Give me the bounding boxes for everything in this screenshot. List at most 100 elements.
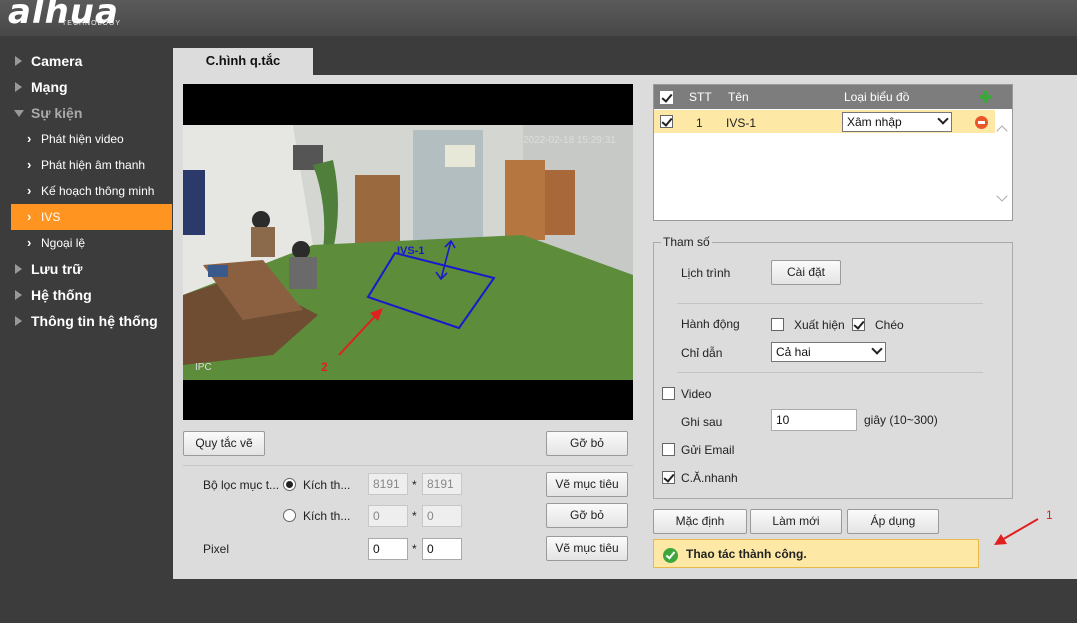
refresh-button[interactable]: Làm mới xyxy=(750,509,842,534)
rules-table: STT Tên Loại biểu đồ 1 IVS-1 Xâm nhập xyxy=(653,84,1013,221)
cross-checkbox[interactable] xyxy=(852,318,865,331)
direction-value: Cả hai xyxy=(776,345,811,359)
sidebar-subitem-smart-plan[interactable]: › Kế hoạch thông minh xyxy=(0,178,172,204)
pixel-height-input[interactable]: 0 xyxy=(422,538,462,560)
chevron-right-icon: › xyxy=(27,157,32,172)
sidebar-item-system-info[interactable]: Thông tin hệ thống xyxy=(0,308,172,334)
chevron-right-icon: › xyxy=(27,209,32,224)
sidebar-item-label: Lưu trữ xyxy=(31,261,83,277)
column-header-no: STT xyxy=(689,90,712,104)
row-no: 1 xyxy=(696,116,703,130)
remove-target-button[interactable]: Gỡ bỏ xyxy=(546,503,628,528)
scroll-up-icon[interactable] xyxy=(996,125,1008,137)
default-button[interactable]: Mặc định xyxy=(653,509,747,534)
sidebar-item-camera[interactable]: Camera xyxy=(0,48,172,74)
delete-rule-icon[interactable] xyxy=(975,116,988,129)
sidebar-item-label: Hệ thống xyxy=(31,287,92,303)
sidebar-item-storage[interactable]: Lưu trữ xyxy=(0,256,172,282)
row-checkbox[interactable] xyxy=(660,115,673,128)
size-label-1: Kích th... xyxy=(303,478,351,492)
sidebar-subitem-exception[interactable]: › Ngoại lệ xyxy=(0,230,172,256)
annotation-marker-1: 1 xyxy=(1046,508,1053,522)
draw-rule-button[interactable]: Quy tắc vẽ xyxy=(183,431,265,456)
rule-type-value: Xâm nhập xyxy=(847,115,902,129)
bottom-bar xyxy=(0,579,1077,623)
chevron-down-icon xyxy=(871,343,883,355)
direction-select[interactable]: Cả hai xyxy=(771,342,886,362)
email-checkbox[interactable] xyxy=(662,443,675,456)
annotation-arrow-icon xyxy=(999,518,1039,542)
snapshot-checkbox[interactable] xyxy=(662,471,675,484)
top-header: alhua TECHNOLOGY xyxy=(0,0,1077,36)
camera-label: IPC xyxy=(195,362,212,373)
size-label-2: Kích th... xyxy=(303,509,351,523)
add-rule-icon[interactable] xyxy=(978,90,992,104)
sidebar-item-network[interactable]: Mạng xyxy=(0,74,172,100)
select-all-checkbox[interactable] xyxy=(660,91,673,104)
sidebar-subitem-label: Kế hoạch thông minh xyxy=(41,184,155,198)
expand-arrow-icon xyxy=(15,316,22,326)
camera-scene-image: 2022-02-18 15:29:31 IPC IVS-1 2 xyxy=(183,125,633,380)
brand-logo: alhua xyxy=(8,0,119,32)
expand-arrow-icon xyxy=(15,264,22,274)
min-width-input[interactable]: 0 xyxy=(368,505,408,527)
expand-arrow-icon xyxy=(15,290,22,300)
min-height-input[interactable]: 0 xyxy=(422,505,462,527)
sidebar-nav: Camera Mạng Sự kiện › Phát hiện video › Ph… xyxy=(0,48,172,334)
chevron-down-icon xyxy=(937,113,949,125)
size-radio-2[interactable] xyxy=(283,509,296,522)
video-timestamp: 2022-02-18 15:29:31 xyxy=(523,135,616,146)
divider xyxy=(183,465,633,466)
params-legend: Tham số xyxy=(661,235,712,249)
chevron-right-icon: › xyxy=(27,183,32,198)
sidebar-subitem-video-detect[interactable]: › Phát hiện video xyxy=(0,126,172,152)
rule-type-select[interactable]: Xâm nhập xyxy=(842,112,952,132)
sidebar-item-system[interactable]: Hệ thống xyxy=(0,282,172,308)
video-checkbox[interactable] xyxy=(662,387,675,400)
expand-arrow-icon xyxy=(15,82,22,92)
chevron-right-icon: › xyxy=(27,235,32,250)
remove-rule-button[interactable]: Gỡ bỏ xyxy=(546,431,628,456)
expand-arrow-icon xyxy=(15,56,22,66)
appear-checkbox[interactable] xyxy=(771,318,784,331)
size-radio-1[interactable] xyxy=(283,478,296,491)
sidebar-item-event[interactable]: Sự kiện xyxy=(0,100,172,126)
schedule-setup-button[interactable]: Cài đặt xyxy=(771,260,841,285)
max-width-input[interactable]: 8191 xyxy=(368,473,408,495)
scroll-down-icon[interactable] xyxy=(996,190,1008,202)
record-after-unit: giây (10~300) xyxy=(864,413,938,427)
table-header: STT Tên Loại biểu đồ xyxy=(654,85,1012,109)
sidebar-subitem-ivs[interactable]: › IVS xyxy=(11,204,172,230)
success-check-icon xyxy=(663,548,678,563)
video-preview[interactable]: 2022-02-18 15:29:31 IPC IVS-1 2 xyxy=(183,84,633,420)
tab-rule-config[interactable]: C.hình q.tắc xyxy=(173,48,313,75)
rule-name-label: IVS-1 xyxy=(397,245,425,257)
record-after-label: Ghi sau xyxy=(681,415,723,429)
annotation-marker-2: 2 xyxy=(321,360,328,374)
email-label: Gửi Email xyxy=(681,443,735,457)
draw-target-button-1[interactable]: Vẽ mục tiêu xyxy=(546,472,628,497)
pixel-label: Pixel xyxy=(203,542,230,556)
apply-button[interactable]: Áp dụng xyxy=(847,509,939,534)
chevron-right-icon: › xyxy=(27,131,32,146)
record-after-input[interactable]: 10 xyxy=(771,409,857,431)
direction-label: Chỉ dẫn xyxy=(681,346,723,360)
max-height-input[interactable]: 8191 xyxy=(422,473,462,495)
row-name: IVS-1 xyxy=(726,116,757,130)
pixel-width-input[interactable]: 0 xyxy=(368,538,408,560)
sidebar-item-label: Camera xyxy=(31,53,83,69)
table-row[interactable]: 1 IVS-1 Xâm nhập xyxy=(654,110,995,133)
action-label: Hành động xyxy=(681,317,740,331)
times-sign: * xyxy=(412,509,417,523)
sidebar-subitem-label: Phát hiện video xyxy=(41,132,124,146)
draw-target-button-2[interactable]: Vẽ mục tiêu xyxy=(546,536,628,561)
sidebar-subitem-label: Ngoại lệ xyxy=(41,236,86,250)
arrowhead-icon xyxy=(994,534,1007,545)
appear-label: Xuất hiện xyxy=(794,318,845,332)
snapshot-label: C.Ă.nhanh xyxy=(681,471,738,485)
status-message: Thao tác thành công. xyxy=(686,547,807,561)
collapse-arrow-icon xyxy=(14,110,24,117)
sidebar-subitem-audio-detect[interactable]: › Phát hiện âm thanh xyxy=(0,152,172,178)
sidebar-subitem-label: Phát hiện âm thanh xyxy=(41,158,146,172)
sidebar-item-label: Mạng xyxy=(31,79,68,95)
